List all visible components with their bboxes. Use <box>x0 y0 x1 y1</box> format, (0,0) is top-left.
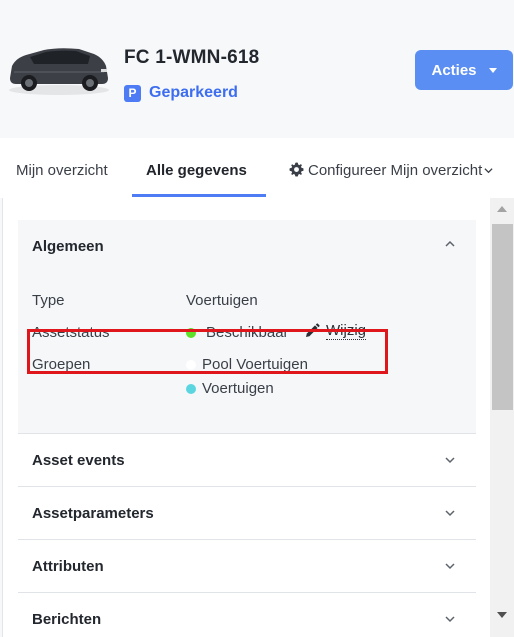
tab-my-overview[interactable]: Mijn overzicht <box>16 162 108 179</box>
section-assetparameters[interactable]: Assetparameters <box>18 487 476 540</box>
chevron-down-icon <box>445 510 455 517</box>
scroll-down-arrow-icon[interactable] <box>497 612 507 618</box>
group-item: Voertuigen <box>186 380 274 397</box>
section-general: Algemeen Type Voertuigen Assetstatus Bes… <box>18 220 476 434</box>
section-attributes[interactable]: Attributen <box>18 540 476 593</box>
type-label: Type <box>32 292 65 309</box>
vehicle-plate: FC 1-WMN-618 <box>124 47 260 68</box>
section-messages[interactable]: Berichten <box>18 593 476 637</box>
section-title: Attributen <box>32 558 104 575</box>
vehicle-image <box>9 48 109 95</box>
tab-bar: Mijn overzicht Alle gegevens Configureer… <box>0 138 514 198</box>
type-value: Voertuigen <box>186 292 258 309</box>
assetstatus-highlight-box <box>27 329 388 374</box>
asset-header: FC 1-WMN-618 P Geparkeerd Acties <box>0 0 514 138</box>
details-panel: Algemeen Type Voertuigen Assetstatus Bes… <box>2 198 514 637</box>
parking-status: P Geparkeerd <box>124 84 238 102</box>
group-dot-icon <box>186 383 196 394</box>
active-tab-indicator <box>132 194 266 197</box>
group-name: Voertuigen <box>202 380 274 397</box>
caret-down-icon <box>488 67 497 73</box>
vertical-scrollbar[interactable] <box>490 198 514 637</box>
tab-configure-label: Configureer Mijn overzicht <box>308 162 483 179</box>
tab-configure-overview[interactable]: Configureer Mijn overzicht <box>289 162 493 179</box>
section-asset-events[interactable]: Asset events <box>18 434 476 487</box>
chevron-down-icon <box>484 168 493 174</box>
gear-icon <box>289 162 304 177</box>
section-general-title[interactable]: Algemeen <box>32 238 104 255</box>
chevron-up-icon[interactable] <box>444 238 456 250</box>
type-value-text: Voertuigen <box>186 292 258 309</box>
chevron-down-icon <box>445 616 455 623</box>
scrollbar-thumb[interactable] <box>492 224 513 410</box>
actions-button-label: Acties <box>431 61 477 79</box>
section-title: Assetparameters <box>32 505 154 522</box>
actions-dropdown-button[interactable]: Acties <box>415 50 513 90</box>
parking-status-label: Geparkeerd <box>149 84 238 101</box>
chevron-down-icon <box>445 563 455 570</box>
section-title: Asset events <box>32 452 125 469</box>
parking-icon: P <box>124 84 141 102</box>
chevron-down-icon <box>445 457 455 464</box>
tab-all-data[interactable]: Alle gegevens <box>146 162 247 179</box>
scroll-up-arrow-icon[interactable] <box>497 206 507 212</box>
section-title: Berichten <box>32 611 102 628</box>
